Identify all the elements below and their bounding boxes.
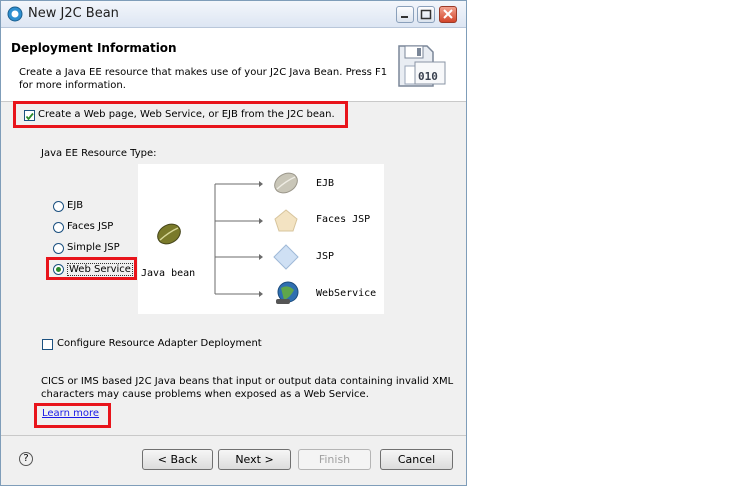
window-title: New J2C Bean [28,6,119,21]
save-wizard-icon: 010 [398,45,446,87]
diagram-target-ejb: EJB [316,178,335,189]
radio-ejb-label: EJB [67,200,84,211]
close-button[interactable] [439,6,457,23]
diagram-target-webservice: WebService [316,288,377,299]
note-line-1: CICS or IMS based J2C Java beans that in… [41,376,454,387]
footer-separator [1,435,466,436]
webservice-globe-icon [276,281,299,304]
note-line-2: characters may cause problems when expos… [41,389,369,400]
resource-diagram: Java bean EJB Faces JSP JSP WebService [138,164,384,314]
page-title: Deployment Information [11,41,177,55]
page-description: Create a Java EE resource that makes use… [19,67,388,91]
resource-type-label: Java EE Resource Type: [41,148,157,159]
cancel-button[interactable]: Cancel [380,449,453,470]
configure-adapter-checkbox[interactable] [42,339,53,350]
title-bar: New J2C Bean [1,1,466,28]
radio-ejb[interactable] [53,201,64,212]
highlight-web-service [46,257,137,280]
help-button[interactable]: ? [19,452,33,466]
faces-jsp-icon [274,209,298,232]
dialog-header: Deployment Information Create a Java EE … [1,28,466,102]
next-button[interactable]: Next > [218,449,291,470]
maximize-button[interactable] [417,6,435,23]
svg-text:010: 010 [418,70,438,83]
maximize-icon [420,9,432,20]
diagram-target-jsp: JSP [316,251,335,262]
highlight-learn-more [34,403,111,428]
java-bean-icon [157,223,181,245]
app-icon [7,6,23,22]
back-button[interactable]: < Back [142,449,213,470]
diagram-source-label: Java bean [141,268,196,279]
minimize-icon [401,16,408,18]
highlight-create-option [13,101,348,128]
radio-faces-jsp-label: Faces JSP [67,221,114,232]
radio-simple-jsp-label: Simple JSP [67,242,120,253]
new-j2c-bean-dialog: New J2C Bean Deployment Information Crea… [0,0,467,486]
close-icon [443,9,453,19]
jsp-icon [273,244,299,270]
ejb-bean-icon [274,172,298,194]
diagram-target-faces-jsp: Faces JSP [316,214,371,225]
minimize-button[interactable] [396,6,414,23]
finish-button[interactable]: Finish [298,449,371,470]
radio-faces-jsp[interactable] [53,222,64,233]
configure-adapter-label: Configure Resource Adapter Deployment [57,338,262,349]
radio-simple-jsp[interactable] [53,243,64,254]
